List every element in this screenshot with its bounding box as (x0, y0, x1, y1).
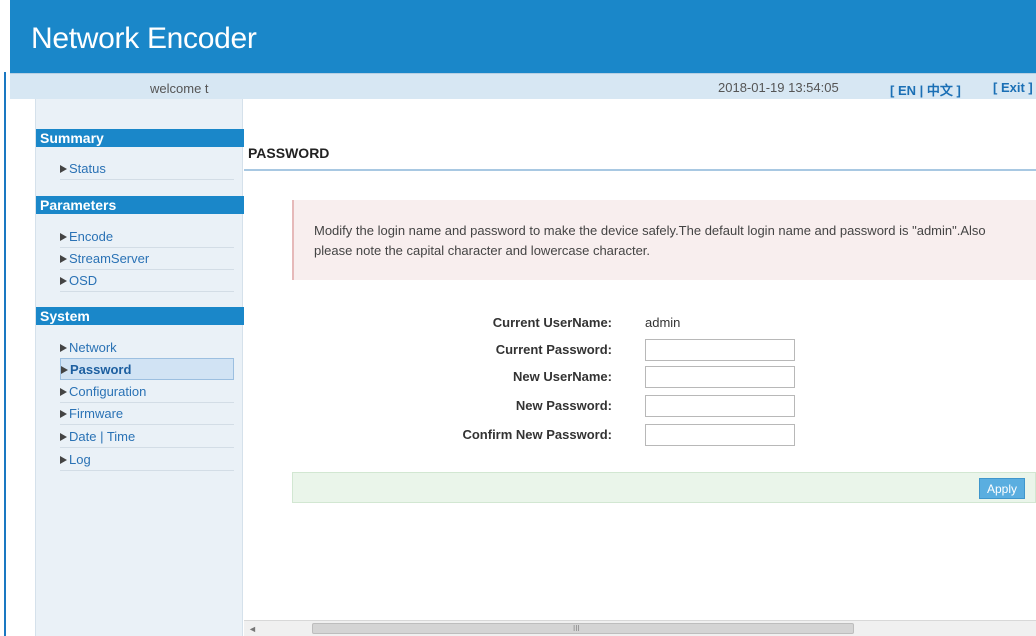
apply-button[interactable]: Apply (979, 478, 1025, 499)
sidebar-section-parameters: Parameters (36, 196, 244, 214)
arrow-right-icon (60, 233, 67, 241)
arrow-right-icon (60, 410, 67, 418)
lang-en-link[interactable]: EN (898, 83, 916, 98)
sidebar-item-firmware[interactable]: Firmware (60, 403, 234, 425)
arrow-right-icon (60, 255, 67, 263)
alert-text: Modify the login name and password to ma… (314, 223, 986, 258)
window-left-border (4, 72, 6, 636)
arrow-right-icon (60, 388, 67, 396)
horizontal-scrollbar[interactable]: ◄ III (244, 620, 1036, 636)
scroll-left-arrow-icon[interactable]: ◄ (248, 624, 257, 634)
new-password-input[interactable] (645, 395, 795, 417)
sidebar-item-label: OSD (69, 273, 98, 288)
sidebar-item-log[interactable]: Log (60, 449, 234, 471)
sidebar-item-label: Status (69, 161, 106, 176)
sidebar-item-label: Encode (69, 229, 114, 244)
arrow-right-icon (60, 433, 67, 441)
current-username-label: Current UserName: (492, 315, 612, 330)
new-password-label: New Password: (515, 398, 612, 413)
scrollbar-grip: III (573, 624, 580, 633)
sidebar-item-label: StreamServer (69, 251, 150, 266)
sidebar-item-date-time[interactable]: Date | Time (60, 426, 234, 448)
sidebar-item-streamserver[interactable]: StreamServer (60, 248, 234, 270)
sidebar: Summary Status Parameters Encode StreamS… (35, 99, 244, 636)
sidebar-item-label: Configuration (69, 384, 147, 399)
welcome-text: welcome t (150, 81, 209, 96)
app-header: Network Encoder (10, 0, 1036, 73)
arrow-right-icon (61, 366, 68, 374)
lang-bracket-close: ] (952, 83, 961, 98)
sidebar-section-summary: Summary (36, 129, 244, 147)
lang-bracket-open: [ (890, 83, 898, 98)
form-action-bar: Apply (292, 472, 1036, 503)
heading-divider (244, 169, 1036, 171)
language-switcher: [ EN | 中文 ] (890, 80, 961, 99)
page-title: PASSWORD (248, 145, 330, 161)
sidebar-item-configuration[interactable]: Configuration (60, 381, 234, 403)
sidebar-item-osd[interactable]: OSD (60, 270, 234, 292)
current-password-label: Current Password: (495, 342, 612, 357)
sidebar-item-encode[interactable]: Encode (60, 226, 234, 248)
sidebar-item-label: Network (69, 340, 117, 355)
sidebar-item-status[interactable]: Status (60, 158, 234, 180)
arrow-right-icon (60, 277, 67, 285)
sidebar-item-label: Firmware (69, 406, 124, 421)
sidebar-item-network[interactable]: Network (60, 337, 234, 359)
lang-cn-link[interactable]: 中文 (927, 83, 953, 98)
sidebar-item-label: Password (70, 362, 132, 377)
confirm-password-label: Confirm New Password: (462, 427, 612, 442)
sidebar-item-label: Log (69, 452, 91, 467)
app-title: Network Encoder (31, 22, 257, 55)
status-bar: welcome t 2018-01-19 13:54:05 [ EN | 中文 … (10, 73, 1036, 99)
arrow-right-icon (60, 456, 67, 464)
current-password-input[interactable] (645, 339, 795, 361)
current-username-value: admin (645, 315, 681, 330)
exit-link[interactable]: [ Exit ] (993, 80, 1033, 95)
sidebar-section-system: System (36, 307, 244, 325)
confirm-password-input[interactable] (645, 424, 795, 446)
datetime-display: 2018-01-19 13:54:05 (718, 80, 839, 95)
new-username-input[interactable] (645, 366, 795, 388)
main-content: PASSWORD Modify the login name and passw… (244, 99, 1036, 636)
scrollbar-thumb[interactable]: III (312, 623, 854, 634)
lang-separator: | (916, 83, 927, 98)
sidebar-item-label: Date | Time (69, 429, 136, 444)
new-username-label: New UserName: (513, 369, 612, 384)
info-alert: Modify the login name and password to ma… (292, 200, 1036, 280)
window-left-edge (0, 0, 10, 636)
arrow-right-icon (60, 344, 67, 352)
arrow-right-icon (60, 165, 67, 173)
sidebar-item-password[interactable]: Password (60, 358, 234, 380)
